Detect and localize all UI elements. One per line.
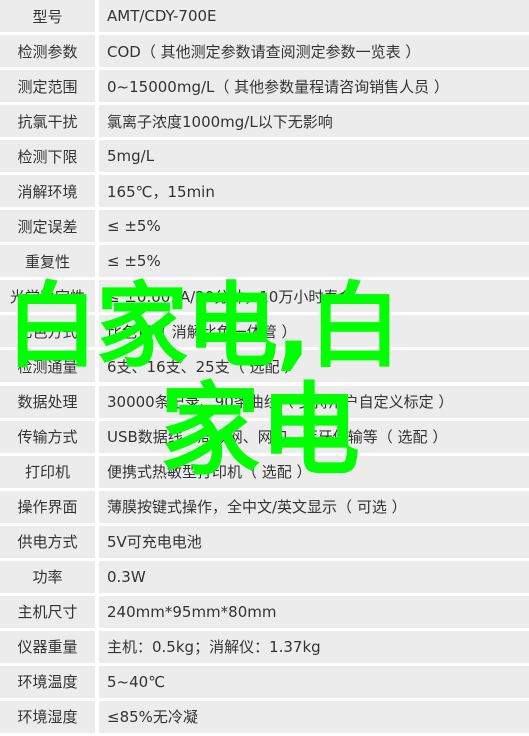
spec-label: 仪器重量: [0, 630, 95, 663]
spec-value: 240mm*95mm*80mm: [99, 595, 529, 628]
table-row: 检测下限 5mg/L: [0, 140, 529, 173]
spec-label: 功率: [0, 560, 95, 593]
table-row: 打印机 便携式热敏型打印机（ 选配 ）: [0, 455, 529, 488]
table-row: 抗氯干扰 氯离子浓度1000mg/L以下无影响: [0, 105, 529, 138]
spec-value: ≤ ±5%: [99, 210, 529, 243]
spec-label: 操作界面: [0, 490, 95, 523]
spec-label: 检测通量: [0, 350, 95, 383]
spec-label: 比色方式: [0, 315, 95, 348]
spec-value: AMT/CDY-700E: [99, 0, 529, 32]
spec-label: 环境湿度: [0, 700, 95, 733]
table-row: 供电方式 5V可充电电池: [0, 525, 529, 558]
table-row: 测定范围 0~15000mg/L（ 其他参数量程请咨询销售人员 ）: [0, 70, 529, 103]
spec-value: 165℃，15min: [99, 175, 529, 208]
spec-value: 5V可充电电池: [99, 525, 529, 558]
spec-label: 传输方式: [0, 420, 95, 453]
table-row: 检测参数 COD（ 其他测定参数请查阅测定参数一览表 ）: [0, 35, 529, 68]
spec-value: 氯离子浓度1000mg/L以下无影响: [99, 105, 529, 138]
spec-value: ≤85%无冷凝: [99, 700, 529, 733]
table-row: 测定误差 ≤ ±5%: [0, 210, 529, 243]
table-row: 重复性 ≤ ±5%: [0, 245, 529, 278]
table-row: 环境湿度 ≤85%无冷凝: [0, 700, 529, 733]
table-row: 消解环境 165℃，15min: [0, 175, 529, 208]
spec-label: 检测下限: [0, 140, 95, 173]
spec-label: 检测参数: [0, 35, 95, 68]
spec-value: 30000条记录、90条曲线（ 支持用户自定义标定 ）: [99, 385, 529, 418]
spec-label: 测定误差: [0, 210, 95, 243]
table-row: 传输方式 USB数据线、局域网、网口、蓝牙传输等（ 选配 ）: [0, 420, 529, 453]
spec-value: 主机：0.5kg；消解仪：1.37kg: [99, 630, 529, 663]
spec-value: 5mg/L: [99, 140, 529, 173]
spec-label: 打印机: [0, 455, 95, 488]
table-row: 仪器重量 主机：0.5kg；消解仪：1.37kg: [0, 630, 529, 663]
spec-value: COD（ 其他测定参数请查阅测定参数一览表 ）: [99, 35, 529, 68]
table-row: 数据处理 30000条记录、90条曲线（ 支持用户自定义标定 ）: [0, 385, 529, 418]
spec-label: 主机尺寸: [0, 595, 95, 628]
table-row: 功率 0.3W: [0, 560, 529, 593]
spec-value: ≤ ±0.001A/20分钟，10万小时寿命: [99, 280, 529, 313]
spec-value: 薄膜按键式操作，全中文/英文显示（ 可选 ）: [99, 490, 529, 523]
spec-label: 消解环境: [0, 175, 95, 208]
table-row: 光学稳定性 ≤ ±0.001A/20分钟，10万小时寿命: [0, 280, 529, 313]
spec-label: 光学稳定性: [0, 280, 95, 313]
spec-table: 型号 AMT/CDY-700E 检测参数 COD（ 其他测定参数请查阅测定参数一览表 …: [0, 0, 529, 736]
spec-value: 5~40℃: [99, 665, 529, 698]
table-row: 主机尺寸 240mm*95mm*80mm: [0, 595, 529, 628]
spec-label: 供电方式: [0, 525, 95, 558]
table-row: 环境温度 5~40℃: [0, 665, 529, 698]
spec-value: ≤ ±5%: [99, 245, 529, 278]
spec-value: 0.3W: [99, 560, 529, 593]
spec-label: 数据处理: [0, 385, 95, 418]
spec-value: 6支、16支、25支（ 选配 ）: [99, 350, 529, 383]
spec-label: 环境温度: [0, 665, 95, 698]
table-row: 比色方式 比色管（ 消解比色一体管 ）: [0, 315, 529, 348]
spec-value: 0~15000mg/L（ 其他参数量程请咨询销售人员 ）: [99, 70, 529, 103]
spec-label: 重复性: [0, 245, 95, 278]
spec-value: 比色管（ 消解比色一体管 ）: [99, 315, 529, 348]
spec-label: 型号: [0, 0, 95, 32]
table-row: 检测通量 6支、16支、25支（ 选配 ）: [0, 350, 529, 383]
spec-label: 抗氯干扰: [0, 105, 95, 138]
spec-value: USB数据线、局域网、网口、蓝牙传输等（ 选配 ）: [99, 420, 529, 453]
spec-label: 测定范围: [0, 70, 95, 103]
table-row: 型号 AMT/CDY-700E: [0, 0, 529, 32]
table-row: 操作界面 薄膜按键式操作，全中文/英文显示（ 可选 ）: [0, 490, 529, 523]
spec-value: 便携式热敏型打印机（ 选配 ）: [99, 455, 529, 488]
